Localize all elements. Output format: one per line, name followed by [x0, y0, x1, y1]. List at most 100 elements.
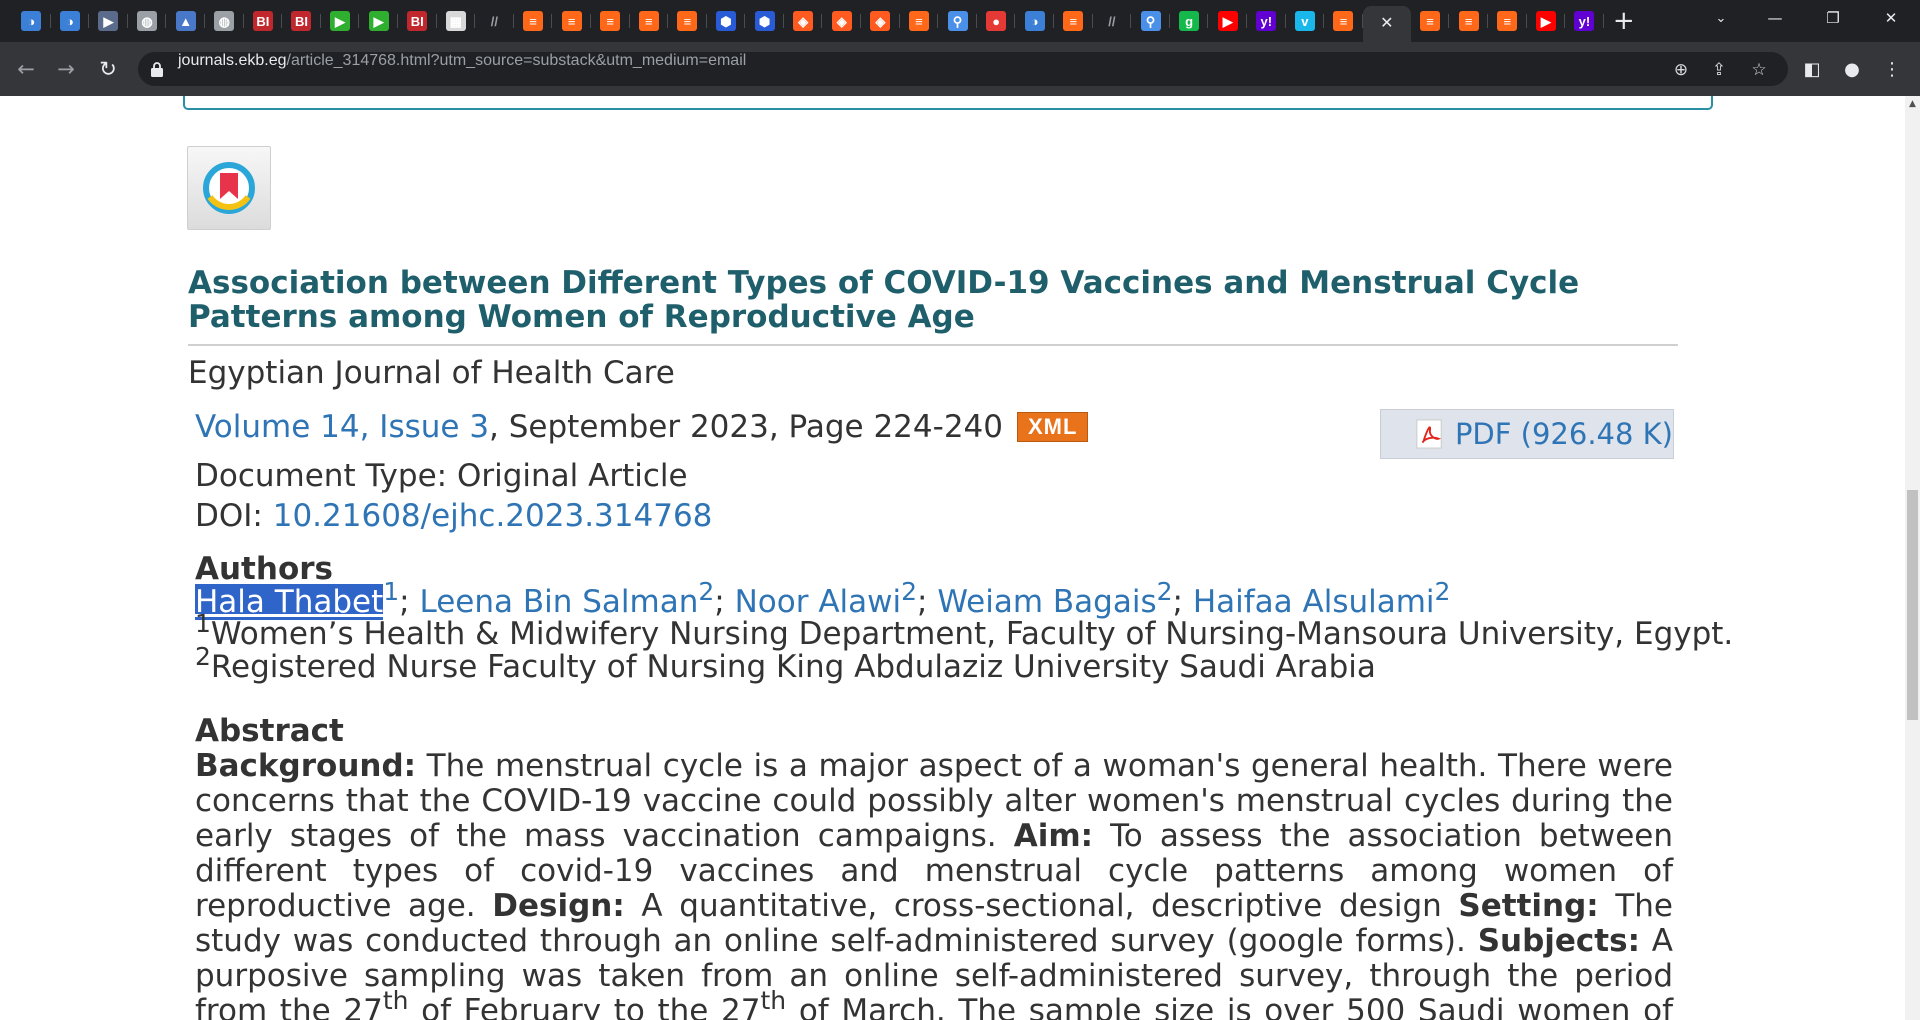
tab[interactable]: ≡ — [900, 6, 939, 36]
bi-red-icon: BI — [252, 11, 273, 31]
author-link[interactable]: Weiam Bagais — [937, 584, 1156, 620]
ordinal-sup: th — [382, 986, 409, 1015]
tab[interactable]: ⬢ — [707, 6, 746, 36]
tab[interactable]: ◈ — [784, 6, 823, 36]
close-icon[interactable]: ✕ — [1377, 14, 1397, 34]
tab[interactable]: BI — [282, 6, 321, 36]
tab[interactable]: ◍ — [128, 6, 167, 36]
tab[interactable]: ≡ — [514, 6, 553, 36]
tab[interactable]: // — [1093, 6, 1132, 36]
scroll-up-arrow-icon[interactable]: ▲ — [1905, 96, 1920, 113]
tab-active[interactable]: ✕ — [1362, 6, 1411, 42]
bookmark-ring-icon — [203, 162, 255, 214]
author-link[interactable]: Hala Thabet — [195, 584, 384, 620]
doi-line: DOI: 10.21608/ejhc.2023.314768 — [195, 498, 712, 534]
tab[interactable]: ▶ — [1527, 6, 1566, 36]
graduation-cap-icon: ▲ — [175, 11, 196, 31]
tab[interactable]: ⬢ — [745, 6, 784, 36]
tab-search-chevron-icon[interactable]: ⌄ — [1706, 2, 1736, 34]
tab[interactable]: ≡ — [1054, 6, 1093, 36]
new-tab-plus-icon[interactable]: + — [1604, 6, 1644, 36]
substack-icon: ≡ — [1063, 11, 1084, 31]
article-title[interactable]: Association between Different Types of C… — [188, 266, 1678, 334]
pdf-icon — [1416, 419, 1442, 449]
profile-icon[interactable]: ● — [1838, 55, 1866, 83]
globe-icon: ◍ — [137, 11, 158, 31]
journal-logo[interactable] — [187, 146, 271, 230]
affiliation-number: 2 — [195, 642, 211, 671]
tab[interactable]: ≡ — [1449, 6, 1488, 36]
tab[interactable]: y! — [1247, 6, 1286, 36]
issue-details: , September 2023, Page 224-240 — [489, 409, 1003, 445]
abstract-section-text: A quantitative, cross-sectional, descrip… — [624, 888, 1459, 924]
tab[interactable]: ≡ — [630, 6, 669, 36]
tab[interactable]: ◑ — [51, 6, 90, 36]
affiliation-line: 2Registered Nurse Faculty of Nursing Kin… — [195, 644, 1376, 685]
share-icon[interactable]: ⇪ — [1708, 59, 1730, 81]
menu-kebab-icon[interactable]: ⋮ — [1878, 55, 1906, 83]
tab[interactable]: ◈ — [861, 6, 900, 36]
author-link[interactable]: Haifaa Alsulami — [1193, 584, 1435, 620]
pdf-download-button[interactable]: PDF (926.48 K) — [1380, 409, 1674, 459]
tab[interactable]: ◑ — [1015, 6, 1054, 36]
tab[interactable]: ▲ — [166, 6, 205, 36]
tab[interactable]: ◈ — [822, 6, 861, 36]
tab[interactable]: ▶ — [1208, 6, 1247, 36]
tab[interactable]: // — [475, 6, 514, 36]
substack-icon: ≡ — [600, 11, 621, 31]
close-window-icon[interactable]: ✕ — [1862, 0, 1920, 36]
scroll-thumb[interactable] — [1907, 490, 1918, 720]
journal-name: Egyptian Journal of Health Care — [188, 355, 675, 391]
tab[interactable]: BI — [244, 6, 283, 36]
tab[interactable]: ◑ — [12, 6, 51, 36]
zoom-icon[interactable]: ⊕ — [1670, 59, 1692, 81]
side-panel-icon[interactable]: ◧ — [1798, 55, 1826, 83]
tab[interactable]: BI — [398, 6, 437, 36]
minimize-icon[interactable]: — — [1746, 0, 1804, 36]
tab[interactable]: ● — [977, 6, 1016, 36]
abstract-section-label: Subjects: — [1477, 923, 1640, 959]
tab[interactable]: ≡ — [1488, 6, 1527, 36]
tab[interactable]: ≡ — [668, 6, 707, 36]
yahoo-icon: y! — [1574, 11, 1595, 31]
tab[interactable]: y! — [1565, 6, 1604, 36]
tab[interactable]: ≡ — [1324, 6, 1363, 36]
author-link[interactable]: Leena Bin Salman — [419, 584, 698, 620]
tab[interactable]: ▶ — [89, 6, 128, 36]
tab[interactable]: v — [1286, 6, 1325, 36]
back-arrow-icon[interactable]: ← — [10, 53, 42, 85]
volume-issue-link[interactable]: Volume 14, Issue 3 — [195, 409, 489, 445]
substack-icon: ≡ — [677, 11, 698, 31]
xml-badge[interactable]: XML — [1016, 412, 1089, 442]
tab[interactable]: ◍ — [205, 6, 244, 36]
author-link[interactable]: Noor Alawi — [735, 584, 902, 620]
doi-link[interactable]: 10.21608/ejhc.2023.314768 — [273, 498, 713, 534]
tab[interactable]: ⚲ — [938, 6, 977, 36]
bookmark-star-icon[interactable]: ☆ — [1748, 59, 1770, 81]
tab[interactable]: ≡ — [591, 6, 630, 36]
tab[interactable]: ▶ — [359, 6, 398, 36]
restore-icon[interactable]: ❐ — [1804, 0, 1862, 36]
forward-arrow-icon[interactable]: → — [50, 53, 82, 85]
page-scrollbar[interactable]: ▲ — [1905, 96, 1920, 1020]
news-icon: ▦ — [445, 11, 466, 31]
url-text[interactable]: journals.ekb.eg/article_314768.html?utm_… — [178, 52, 746, 70]
brave-shield-icon: ◈ — [870, 11, 891, 31]
substack-icon: ≡ — [523, 11, 544, 31]
affiliation-line: 1Women’s Health & Midwifery Nursing Depa… — [195, 611, 1733, 652]
g-green-icon: g — [1179, 11, 1200, 31]
globe-icon: ◍ — [214, 11, 235, 31]
cube-icon: ⬢ — [715, 11, 736, 31]
tab[interactable]: ≡ — [552, 6, 591, 36]
tab[interactable]: ▦ — [437, 6, 476, 36]
abstract-heading: Abstract — [195, 713, 344, 749]
substack-icon: ≡ — [1333, 11, 1354, 31]
tab[interactable]: ≡ — [1411, 6, 1450, 36]
window-controls: — ❐ ✕ — [1746, 0, 1920, 36]
tab[interactable]: ▶ — [321, 6, 360, 36]
substack-icon: ≡ — [638, 11, 659, 31]
tab[interactable]: g — [1170, 6, 1209, 36]
address-bar[interactable]: journals.ekb.eg/article_314768.html?utm_… — [138, 52, 1788, 86]
reload-icon[interactable]: ↻ — [92, 53, 124, 85]
tab[interactable]: ⚲ — [1131, 6, 1170, 36]
